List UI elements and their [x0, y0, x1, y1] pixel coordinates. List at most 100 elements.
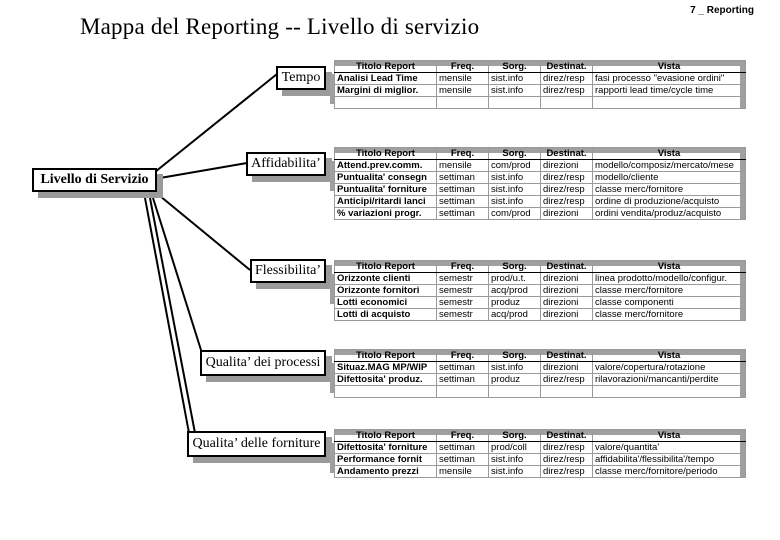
- frequency-cell: settiman: [436, 373, 489, 386]
- source-cell: produz: [488, 373, 541, 386]
- view-cell: rilavorazioni/mancanti/perdite: [592, 373, 746, 386]
- source-cell: acq/prod: [488, 284, 541, 297]
- view-cell: classe componenti: [592, 296, 746, 309]
- destination-cell: direzioni: [540, 296, 593, 309]
- frequency-cell: settiman: [436, 195, 489, 208]
- view-cell: classe merc/fornitore: [592, 183, 746, 196]
- report-table: Titolo Report Freq. Sorg. Destinat. Vista Att…: [334, 147, 746, 220]
- column-header: Vista: [592, 349, 746, 362]
- report-title-cell: [334, 96, 437, 109]
- table-row: Lotti di acquisto semestr acq/prod direzion…: [334, 308, 746, 321]
- view-cell: classe merc/fornitore: [592, 308, 746, 321]
- view-cell: affidabilita'/flessibilita'/tempo: [592, 453, 746, 466]
- frequency-cell: settiman: [436, 171, 489, 184]
- destination-cell: [540, 96, 593, 109]
- destination-cell: direz/resp: [540, 171, 593, 184]
- table-header-row: Titolo Report Freq. Sorg. Destinat. Vista: [334, 349, 746, 362]
- destination-cell: direzioni: [540, 361, 593, 374]
- table-row: Andamento prezzi mensile sist.info direz/re…: [334, 465, 746, 478]
- report-table-qualita-forniture: Titolo Report Freq. Sorg. Destinat. Vista Dif…: [330, 429, 746, 478]
- destination-cell: [540, 385, 593, 398]
- connector-flessibilita: [159, 195, 251, 271]
- root-node-livello-di-servizio: Livello di Servizio: [32, 168, 157, 192]
- table-row: Margini di miglior. mensile sist.info direz…: [334, 84, 746, 97]
- table-row: Situaz.MAG MP/WIP settiman sist.info direzi…: [334, 361, 746, 374]
- category-node-qualita-forniture: Qualita’ delle forniture: [187, 431, 326, 457]
- source-cell: com/prod: [488, 207, 541, 220]
- view-cell: modello/composiz/mercato/mese: [592, 159, 746, 172]
- frequency-cell: [436, 385, 489, 398]
- column-header: Destinat.: [540, 60, 593, 73]
- view-cell: fasi processo "evasione ordini": [592, 72, 746, 85]
- source-cell: [488, 96, 541, 109]
- table-header-row: Titolo Report Freq. Sorg. Destinat. Vista: [334, 60, 746, 73]
- view-cell: rapporti lead time/cycle time: [592, 84, 746, 97]
- table-row: Orizzonte fornitori semestr acq/prod direzi…: [334, 284, 746, 297]
- column-header: Vista: [592, 260, 746, 273]
- destination-cell: direzioni: [540, 308, 593, 321]
- frequency-cell: settiman: [436, 453, 489, 466]
- frequency-cell: [436, 96, 489, 109]
- view-cell: valore/quantita': [592, 441, 746, 454]
- destination-cell: direz/resp: [540, 453, 593, 466]
- column-header: Destinat.: [540, 147, 593, 160]
- category-node-affidabilita: Affidabilita’: [246, 152, 326, 176]
- table-row: Anticipi/ritardi lanci settiman sist.info d…: [334, 195, 746, 208]
- report-table-flessibilita: Titolo Report Freq. Sorg. Destinat. Vista Ori…: [330, 260, 746, 321]
- destination-cell: direz/resp: [540, 183, 593, 196]
- table-row: Difettosita' produz. settiman produz direz/…: [334, 373, 746, 386]
- destination-cell: direz/resp: [540, 72, 593, 85]
- frequency-cell: settiman: [436, 441, 489, 454]
- table-row: % variazioni progr. settiman com/prod direz…: [334, 207, 746, 220]
- connector-qualita-forniture-2: [149, 197, 196, 434]
- table-row: Attend.prev.comm. mensile com/prod direzion…: [334, 159, 746, 172]
- source-cell: com/prod: [488, 159, 541, 172]
- report-table: Titolo Report Freq. Sorg. Destinat. Vista Dif…: [334, 429, 746, 478]
- column-header: Titolo Report: [334, 60, 437, 73]
- report-title-cell: Difettosita' forniture: [334, 441, 437, 454]
- column-header: Sorg.: [488, 147, 541, 160]
- source-cell: sist.info: [488, 183, 541, 196]
- view-cell: valore/copertura/rotazione: [592, 361, 746, 374]
- source-cell: sist.info: [488, 72, 541, 85]
- column-header: Destinat.: [540, 429, 593, 442]
- source-cell: sist.info: [488, 361, 541, 374]
- table-row: Puntualita' consegn settiman sist.info dire…: [334, 171, 746, 184]
- view-cell: modello/cliente: [592, 171, 746, 184]
- column-header: Destinat.: [540, 349, 593, 362]
- table-header-row: Titolo Report Freq. Sorg. Destinat. Vista: [334, 260, 746, 273]
- source-cell: acq/prod: [488, 308, 541, 321]
- frequency-cell: semestr: [436, 272, 489, 285]
- destination-cell: direz/resp: [540, 373, 593, 386]
- report-title-cell: [334, 385, 437, 398]
- column-header: Freq.: [436, 429, 489, 442]
- report-table: Titolo Report Freq. Sorg. Destinat. Vista Ana…: [334, 60, 746, 109]
- table-row: Puntualita' forniture settiman sist.info di…: [334, 183, 746, 196]
- report-title-cell: Situaz.MAG MP/WIP: [334, 361, 437, 374]
- destination-cell: direzioni: [540, 284, 593, 297]
- destination-cell: direz/resp: [540, 465, 593, 478]
- view-cell: [592, 96, 746, 109]
- table-header-row: Titolo Report Freq. Sorg. Destinat. Vista: [334, 147, 746, 160]
- destination-cell: direzioni: [540, 159, 593, 172]
- report-title-cell: Anticipi/ritardi lanci: [334, 195, 437, 208]
- destination-cell: direz/resp: [540, 195, 593, 208]
- source-cell: [488, 385, 541, 398]
- column-header: Vista: [592, 147, 746, 160]
- column-header: Sorg.: [488, 349, 541, 362]
- report-title-cell: % variazioni progr.: [334, 207, 437, 220]
- column-header: Destinat.: [540, 260, 593, 273]
- source-cell: prod/u.t.: [488, 272, 541, 285]
- destination-cell: direz/resp: [540, 84, 593, 97]
- connector-qualita-forniture: [144, 197, 190, 434]
- report-title-cell: Andamento prezzi: [334, 465, 437, 478]
- frequency-cell: semestr: [436, 284, 489, 297]
- frequency-cell: settiman: [436, 207, 489, 220]
- report-table: Titolo Report Freq. Sorg. Destinat. Vista Sit…: [334, 349, 746, 398]
- column-header: Freq.: [436, 349, 489, 362]
- column-header: Sorg.: [488, 60, 541, 73]
- report-title-cell: Orizzonte clienti: [334, 272, 437, 285]
- source-cell: prod/coll: [488, 441, 541, 454]
- report-title-cell: Analisi Lead Time: [334, 72, 437, 85]
- table-row: Lotti economici semestr produz direzioni cla…: [334, 296, 746, 309]
